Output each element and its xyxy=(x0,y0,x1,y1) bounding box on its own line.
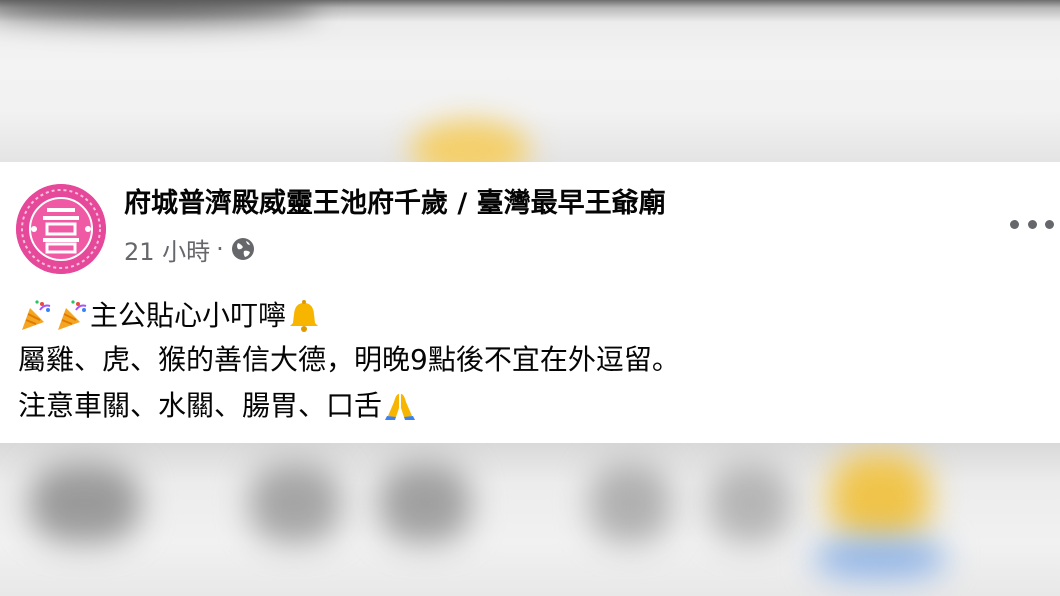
bell-icon xyxy=(290,300,319,332)
meta-separator: · xyxy=(216,235,224,263)
post-timestamp[interactable]: 21 小時 xyxy=(124,232,210,267)
folded-hands-icon xyxy=(385,394,416,420)
post-line-1: 主公貼心小叮嚀 xyxy=(18,294,322,338)
post-line-3-text: 注意車關、水關、腸胃、口舌 xyxy=(18,389,383,422)
post-line-2-text: 屬雞、虎、猴的善信大德，明晚9點後不宜在外逗留。 xyxy=(18,343,680,376)
globe-icon[interactable] xyxy=(230,236,256,262)
blurred-background-top xyxy=(0,0,1060,162)
party-popper-icon xyxy=(58,300,87,330)
more-dot xyxy=(1010,219,1019,229)
more-dot xyxy=(1045,219,1054,229)
more-options-icon[interactable] xyxy=(1010,212,1054,236)
post-line-1-text: 主公貼心小叮嚀 xyxy=(90,299,287,332)
party-popper-icon xyxy=(22,300,51,330)
post-line-3: 注意車關、水關、腸胃、口舌 xyxy=(18,384,418,428)
post-line-2: 屬雞、虎、猴的善信大德，明晚9點後不宜在外逗留。 xyxy=(18,338,680,382)
post-meta: 21 小時 · xyxy=(124,232,256,266)
avatar[interactable] xyxy=(16,184,106,274)
more-dot xyxy=(1027,219,1037,229)
temple-logo-icon xyxy=(16,184,106,274)
page-name-link[interactable]: 府城普濟殿威靈王池府千歲 / 臺灣最早王爺廟 xyxy=(124,186,666,222)
blurred-background-bottom xyxy=(0,443,1060,596)
